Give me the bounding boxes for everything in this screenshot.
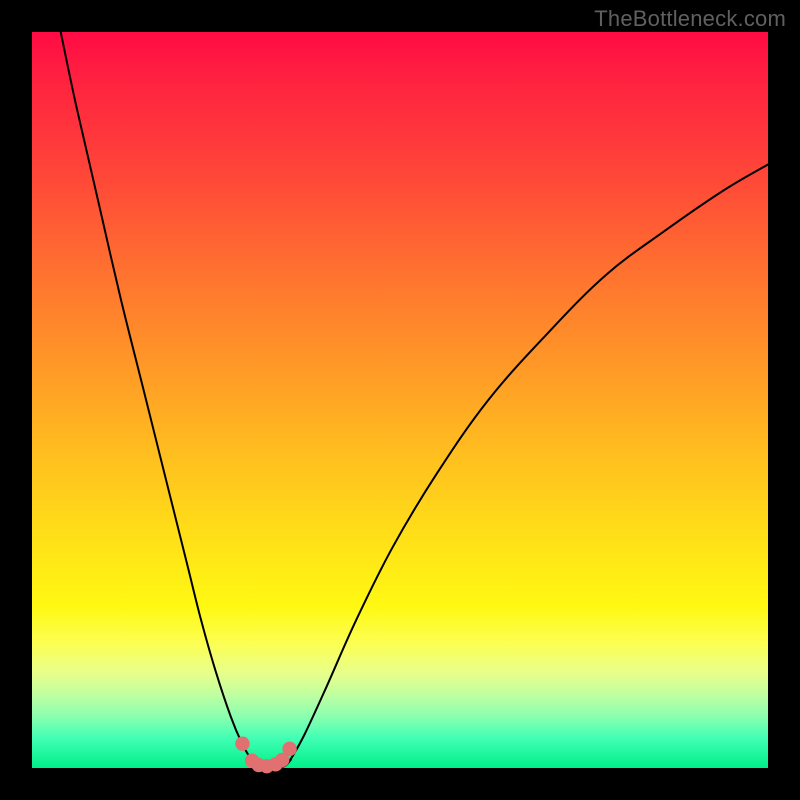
chart-frame: TheBottleneck.com [0, 0, 800, 800]
watermark-text: TheBottleneck.com [594, 6, 786, 32]
valley-dot [235, 737, 249, 751]
valley-dot [282, 742, 296, 756]
curve-right-branch [290, 164, 768, 759]
bottleneck-curve-svg [32, 32, 768, 768]
curve-left-branch [61, 32, 252, 760]
